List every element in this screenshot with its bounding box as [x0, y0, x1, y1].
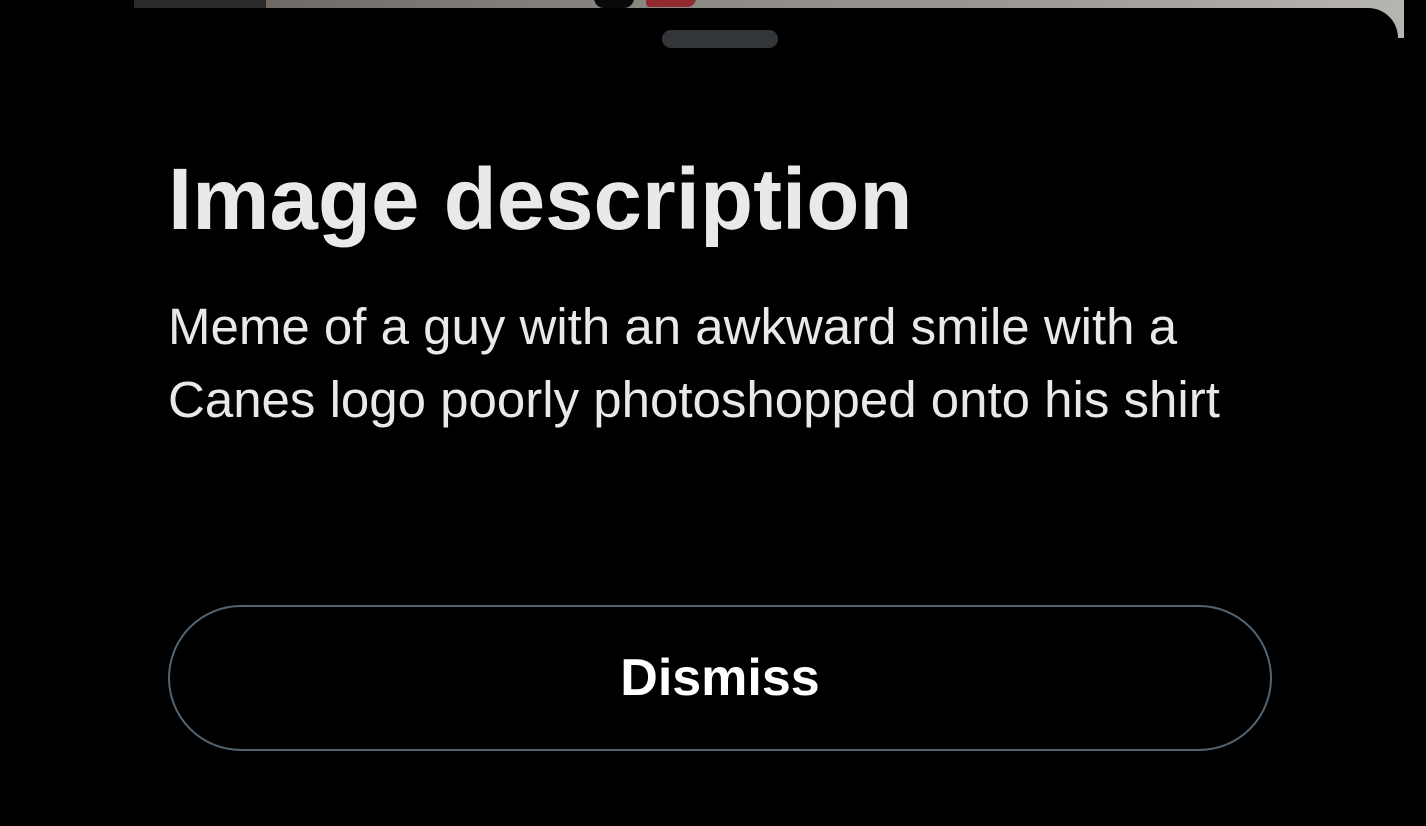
screen-backdrop: Image description Meme of a guy with an …: [0, 0, 1426, 826]
sheet-title: Image description: [168, 151, 913, 248]
image-description-text: Meme of a guy with an awkward smile with…: [168, 298, 1220, 428]
sheet-drag-handle[interactable]: [662, 30, 778, 48]
image-description-sheet: Image description Meme of a guy with an …: [0, 8, 1398, 826]
media-image-detail: [594, 0, 634, 8]
media-image-detail: [646, 0, 696, 7]
dismiss-button[interactable]: Dismiss: [168, 605, 1272, 751]
